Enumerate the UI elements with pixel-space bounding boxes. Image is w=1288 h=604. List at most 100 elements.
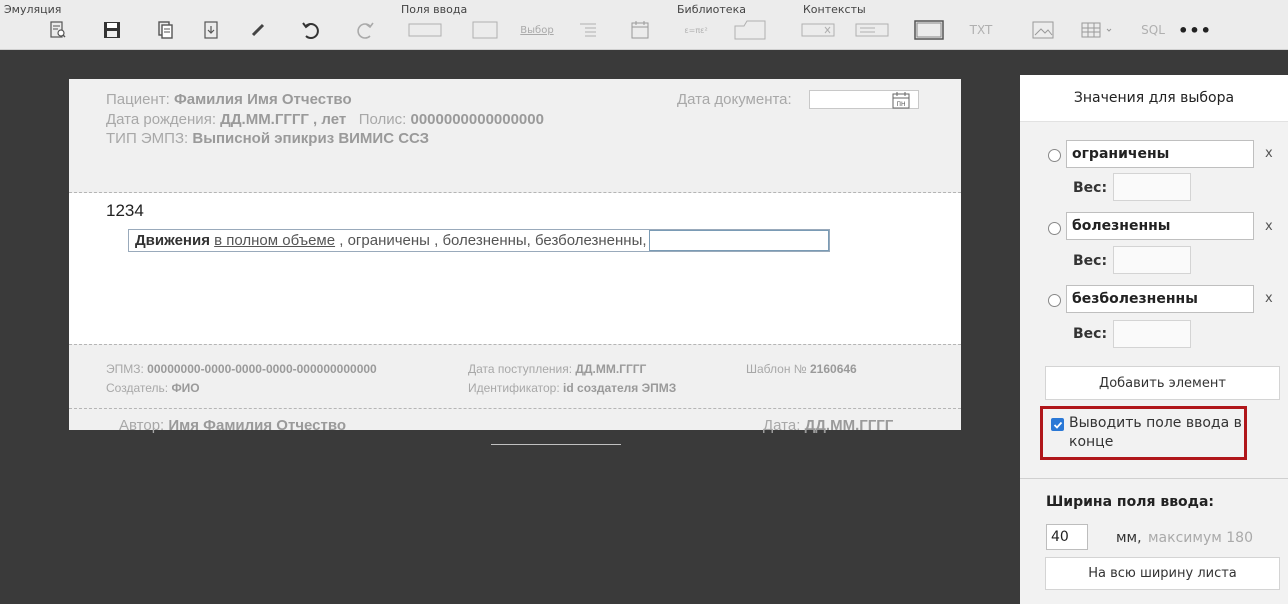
calendar-icon: ПН [892,92,910,109]
multiline-field-button[interactable] [463,13,507,47]
text-field-button[interactable] [400,13,450,47]
option-weight-input-2[interactable] [1113,246,1191,274]
image-icon [1032,21,1054,39]
movement-selected-option[interactable]: в полном объеме [214,232,335,249]
panel-section-divider [1020,478,1288,479]
preview-button[interactable] [37,13,79,47]
option-weight-label-2: Вес: [1073,253,1108,269]
table-icon [1081,22,1112,38]
context-field-icon [801,23,835,37]
undo-icon [302,22,319,39]
admission-label: Дата поступления: [468,362,573,376]
svg-text:ПН: ПН [896,101,905,108]
calendar-icon [631,21,649,39]
identifier-label: Идентификатор: [468,381,560,395]
list-icon [580,23,596,37]
undo-button[interactable] [290,13,332,47]
formula-button[interactable]: ε=πε² [675,13,717,47]
txt-button[interactable]: TXT [960,13,1002,47]
option-weight-label-3: Вес: [1073,326,1108,342]
input-width-unit: мм, [1116,530,1142,546]
option-remove-button-2[interactable]: x [1265,219,1273,234]
author-label: Автор: [119,417,165,434]
type-value: Выписной эпикриз ВИМИС ССЗ [192,130,430,147]
dob-value: ДД.ММ.ГГГГ , лет [220,111,347,128]
option-value-input-2[interactable]: болезненны [1066,212,1254,240]
option-value-input-3[interactable]: безболезненны [1066,285,1254,313]
panel-title: Значения для выбора [1020,75,1288,122]
movement-other-options: , ограничены , болезненны, безболезненны… [339,232,647,249]
formula-label: ε=πε² [684,25,708,35]
admission-value: ДД.ММ.ГГГГ [575,362,647,376]
image-button[interactable] [1022,13,1064,47]
redo-icon [357,22,374,39]
text-field-icon [408,23,442,37]
export-button[interactable] [190,13,232,47]
show-input-at-end-checkbox[interactable] [1051,418,1064,431]
context-text-icon [855,23,889,37]
option-weight-input-3[interactable] [1113,320,1191,348]
template-line: Шаблон № 2160646 [746,362,857,376]
add-element-button[interactable]: Добавить элемент [1045,366,1280,400]
doc-date-label: Дата документа: [677,91,792,108]
author-line: Автор: Имя Фамилия Отчество [119,417,346,434]
show-input-at-end-label[interactable]: Выводить поле ввода в конце [1069,414,1245,452]
date-field-button[interactable] [619,13,661,47]
copy-button[interactable] [145,13,187,47]
creator-line: Создатель: ФИО [106,381,200,395]
epmz-value: 00000000-0000-0000-0000-000000000000 [147,362,377,376]
document-header: Пациент: Фамилия Имя Отчество Дата рожде… [69,79,961,193]
highlighted-checkbox-frame: Выводить поле ввода в конце [1040,406,1247,460]
redo-button[interactable] [344,13,386,47]
document-preview-icon [50,21,66,38]
multiline-field-icon [472,21,498,39]
option-weight-input-1[interactable] [1113,173,1191,201]
type-label: ТИП ЭМПЗ: [106,130,189,147]
context-text-button[interactable] [849,13,895,47]
dob-line: Дата рождения: ДД.ММ.ГГГГ , лет Полис: 0… [106,111,544,128]
more-button[interactable]: ••• [1174,13,1216,47]
input-width-max: максимум 180 [1148,530,1253,546]
identifier-value: id создателя ЭПМЗ [563,381,677,395]
download-document-icon [204,21,218,39]
full-width-button[interactable]: На всю ширину листа [1045,557,1280,590]
edit-button[interactable] [237,13,279,47]
epmz-line: ЭПМЗ: 00000000-0000-0000-0000-0000000000… [106,362,377,376]
creator-value: ФИО [171,381,200,395]
dob-label: Дата рождения: [106,111,216,128]
signature-line [491,444,621,445]
template-value: 2160646 [810,362,857,376]
sign-date-value: ДД.ММ.ГГГГ [804,417,894,434]
document-workarea: Пациент: Фамилия Имя Отчество Дата рожде… [0,51,1018,604]
sql-label: SQL [1141,23,1165,37]
movement-select-field[interactable]: Движения в полном объеме , ограничены , … [128,229,830,252]
option-remove-button-1[interactable]: x [1265,146,1273,161]
field-value-1234[interactable]: 1234 [106,201,144,221]
movement-label: Движения [135,232,210,249]
movement-free-input[interactable] [648,230,829,251]
select-field-button[interactable]: Выбор [513,13,561,47]
option-radio-1[interactable] [1048,149,1061,162]
folder-icon [734,20,766,40]
option-value-input-1[interactable]: ограничены [1066,140,1254,168]
option-remove-button-3[interactable]: x [1265,291,1273,306]
sql-button[interactable]: SQL [1132,13,1174,47]
save-button[interactable] [91,13,133,47]
toolbar: Эмуляция Поля ввода Библиотека Контексты… [0,0,1288,50]
option-radio-2[interactable] [1048,222,1061,235]
context-field-button[interactable] [795,13,841,47]
option-radio-3[interactable] [1048,294,1061,307]
document-page: Пациент: Фамилия Имя Отчество Дата рожде… [69,79,961,434]
input-width-field[interactable]: 40 [1046,524,1088,550]
template-label: Шаблон № [746,362,807,376]
policy-value: 0000000000000000 [410,111,544,128]
library-folder-button[interactable] [727,13,773,47]
table-button[interactable] [1074,13,1124,47]
list-field-button[interactable] [567,13,609,47]
patient-label: Пациент: [106,91,170,108]
copy-icon [158,21,173,39]
pencil-icon [251,23,265,37]
frame-button[interactable] [906,13,952,47]
doc-date-calendar-button[interactable]: ПН [890,90,912,110]
author-value: Имя Фамилия Отчество [168,417,347,434]
